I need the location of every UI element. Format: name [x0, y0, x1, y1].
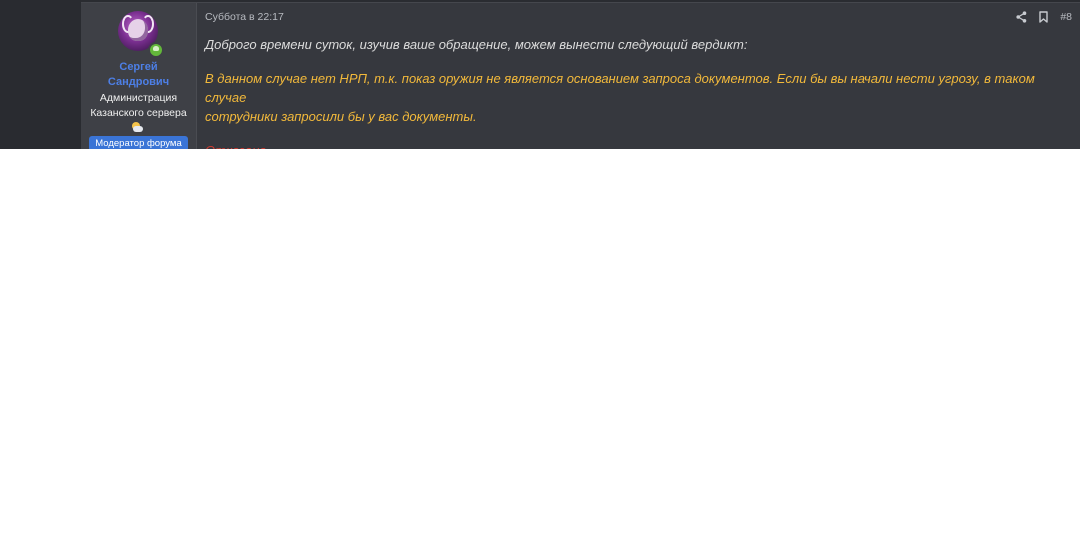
username-link[interactable]: Сергей Сандрович [81, 60, 196, 90]
online-status-icon [148, 42, 164, 58]
user-title: Администрация Казанского сервера [81, 91, 196, 120]
user-title-line1: Администрация [99, 92, 178, 104]
verdict-line-2: сотрудники запросили бы у вас документы. [205, 109, 477, 124]
avatar-face [128, 19, 148, 41]
left-gutter [0, 0, 81, 149]
forum-post: Сергей Сандрович Администрация Казанског… [81, 2, 1080, 149]
message-intro: Доброго времени суток, изучив ваше обращ… [205, 37, 748, 52]
bookmark-icon[interactable] [1039, 11, 1049, 23]
user-panel: Сергей Сандрович Администрация Казанског… [81, 3, 197, 149]
sun-cloud-icon [130, 121, 144, 133]
username-first: Сергей [119, 61, 158, 73]
username-last: Сандрович [107, 76, 170, 88]
post-message: Доброго времени суток, изучив ваше обращ… [205, 35, 1072, 149]
message-result: Отказано [205, 141, 1072, 149]
user-title-line2: Казанского сервера [90, 106, 187, 119]
post-actions: #8 [1016, 10, 1072, 24]
post-timestamp[interactable]: Суббота в 22:17 [205, 11, 284, 23]
forum-post-screenshot: Сергей Сандрович Администрация Казанског… [0, 0, 1080, 149]
post-content: Суббота в 22:17 #8 Доброго времени суток… [197, 3, 1080, 149]
verdict-line-1: В данном случае нет НРП, т.к. показ оруж… [205, 71, 1035, 105]
post-number-link[interactable]: #8 [1060, 11, 1072, 23]
message-verdict: В данном случае нет НРП, т.к. показ оруж… [205, 69, 1072, 126]
moderator-badge: Модератор форума [89, 136, 188, 149]
share-icon[interactable] [1016, 11, 1027, 23]
